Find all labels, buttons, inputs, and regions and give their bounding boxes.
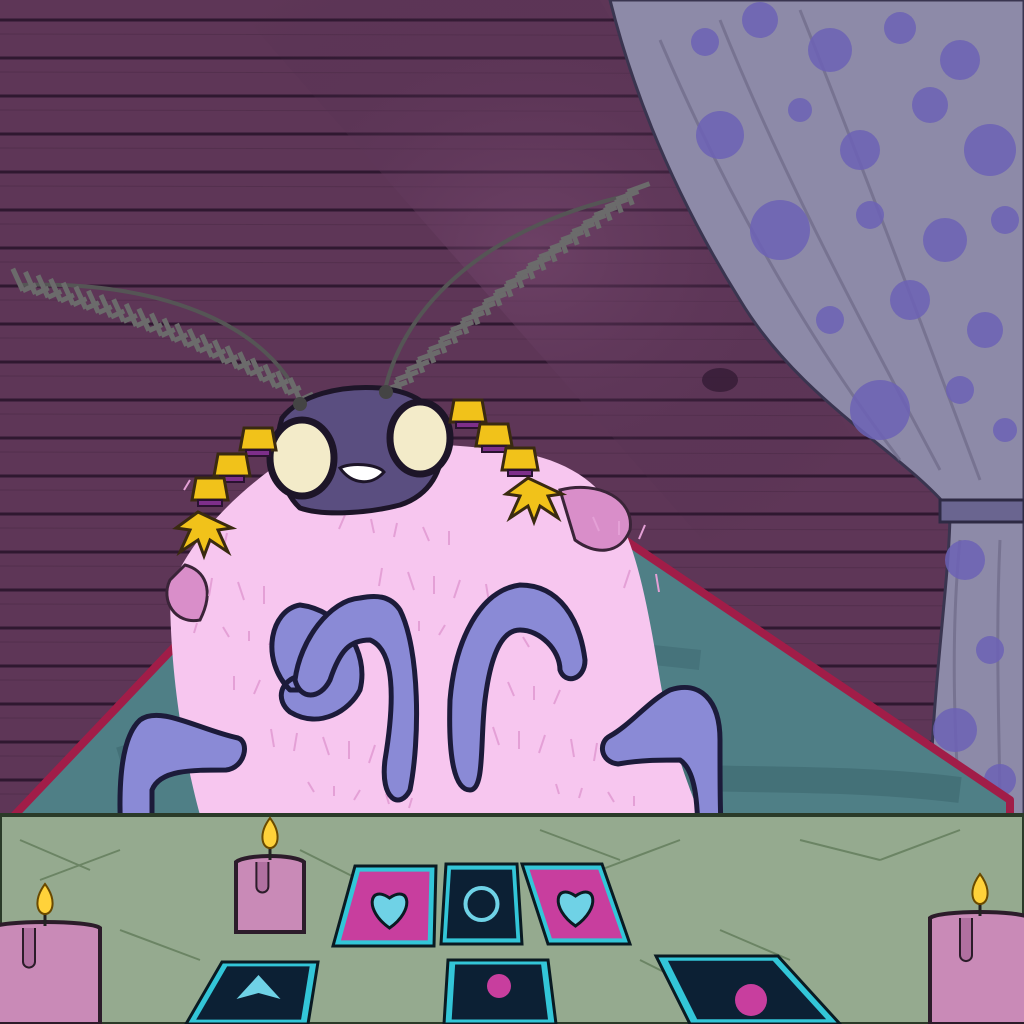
candle-body bbox=[234, 854, 306, 934]
braid-segment bbox=[448, 398, 488, 424]
candle-drip bbox=[22, 928, 36, 969]
curtain-dot bbox=[856, 201, 884, 229]
figure-icon bbox=[487, 974, 511, 998]
candle-body bbox=[0, 920, 102, 1024]
candle-drip bbox=[959, 918, 973, 963]
curtain-dot bbox=[788, 98, 812, 122]
curtain-dot bbox=[691, 28, 719, 56]
tarot-card-icon bbox=[442, 958, 558, 1024]
moth-head bbox=[266, 385, 454, 516]
scene-canvas bbox=[0, 0, 1024, 1024]
antenna-base-right bbox=[379, 385, 393, 399]
eye-right bbox=[386, 398, 454, 478]
card-face bbox=[446, 869, 517, 939]
curtain-dot bbox=[884, 12, 916, 44]
rose-icon bbox=[735, 984, 767, 1016]
braid-segment bbox=[474, 422, 514, 448]
curtain-dot bbox=[750, 200, 810, 260]
curtain-dot bbox=[993, 418, 1017, 442]
curtain-dot bbox=[976, 636, 1004, 664]
braid-segment bbox=[212, 452, 252, 478]
curtain-dot bbox=[967, 312, 1003, 348]
braid-band bbox=[481, 445, 507, 453]
antenna-base-left bbox=[293, 397, 307, 411]
curtain-dot bbox=[964, 124, 1016, 176]
candle-drip bbox=[255, 862, 270, 894]
curtain-dot bbox=[808, 28, 852, 72]
fortune-teller-scene bbox=[0, 0, 1024, 1024]
wood-knot bbox=[702, 368, 738, 392]
candle-body bbox=[928, 910, 1024, 1024]
curtain-dot bbox=[991, 206, 1019, 234]
curtain-dot bbox=[840, 130, 880, 170]
curtain-dot bbox=[850, 380, 910, 440]
braid-segment bbox=[500, 446, 540, 472]
braid-band bbox=[455, 421, 481, 429]
curtain-dot bbox=[933, 708, 977, 752]
curtain-dot bbox=[696, 111, 744, 159]
eye-left bbox=[266, 416, 338, 500]
curtain-dot bbox=[923, 218, 967, 262]
curtain-dot bbox=[816, 306, 844, 334]
curtain-dot bbox=[946, 376, 974, 404]
curtain-tieback bbox=[938, 498, 1024, 524]
braid-segment bbox=[238, 426, 278, 452]
curtain-dot bbox=[945, 540, 985, 580]
braid-band bbox=[245, 449, 271, 457]
curtain-dot bbox=[742, 2, 778, 38]
braid-segment bbox=[190, 476, 230, 502]
braid-band bbox=[507, 469, 533, 477]
curtain-dot bbox=[912, 87, 948, 123]
braid-band bbox=[197, 499, 223, 507]
curtain-dot bbox=[890, 280, 930, 320]
curtain-dot bbox=[940, 40, 980, 80]
tarot-card-icon bbox=[439, 862, 524, 946]
